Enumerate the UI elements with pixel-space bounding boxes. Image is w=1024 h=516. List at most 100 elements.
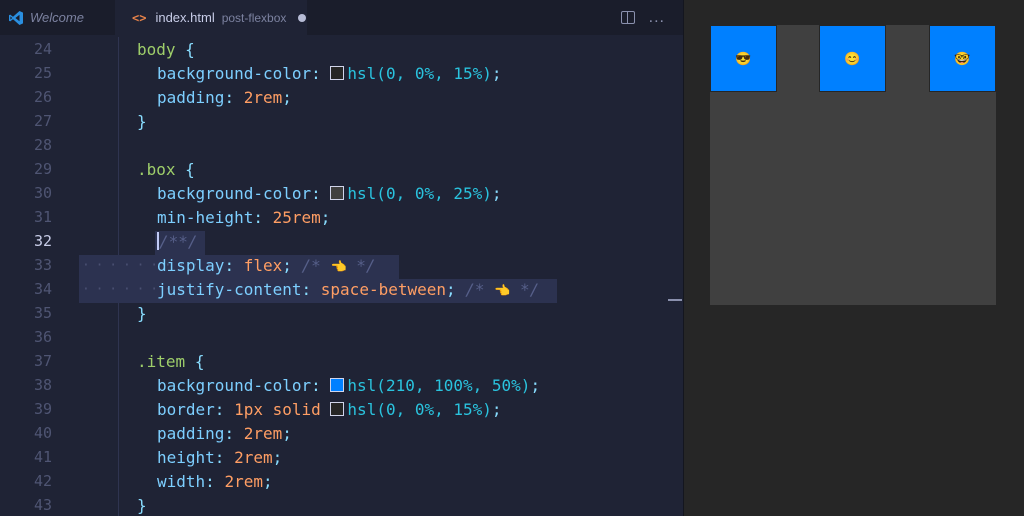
line-number: 27 xyxy=(33,112,52,130)
color-swatch-icon[interactable] xyxy=(330,185,345,200)
tab-file-label: index.html xyxy=(155,10,215,25)
colon: : xyxy=(224,255,235,275)
smile-emoji-icon: 😊 xyxy=(844,50,861,66)
property: min-height xyxy=(157,207,254,227)
line-text: display: flex; /* 👈 */ xyxy=(157,256,376,275)
code-line: 43 } xyxy=(0,493,683,516)
color-swatch-icon[interactable] xyxy=(330,377,345,392)
tab-welcome-label: Welcome xyxy=(30,10,84,25)
selector: .box xyxy=(137,159,176,179)
value: hsl(0, 0%, 15%) xyxy=(347,63,492,83)
value: 2rem xyxy=(243,87,283,107)
line-number: 25 xyxy=(33,64,52,82)
line-number: 39 xyxy=(33,400,52,418)
code-line: 25 background-color: hsl(0, 0%, 15%); xyxy=(0,61,683,85)
more-actions-icon[interactable]: ... xyxy=(649,9,665,27)
line-text: } xyxy=(137,304,147,323)
code-line: 36 xyxy=(0,325,683,349)
tab-welcome[interactable]: Welcome xyxy=(0,0,113,35)
line-number: 41 xyxy=(33,448,52,466)
comment-close: */ xyxy=(520,279,540,299)
semicolon: ; xyxy=(491,183,502,203)
line-number: 38 xyxy=(33,376,52,394)
comment-open: /* xyxy=(301,255,321,275)
code-line: 31 min-height: 25rem; xyxy=(0,205,683,229)
property: width xyxy=(157,471,206,491)
brace: } xyxy=(137,495,147,515)
line-number: 29 xyxy=(33,160,52,178)
line-number: 35 xyxy=(33,304,52,322)
line-text: background-color: hsl(0, 0%, 15%); xyxy=(157,64,502,83)
semicolon: ; xyxy=(262,471,273,491)
code-line: 34 · · · · · · · · · · justify-content: … xyxy=(0,277,683,301)
line-text: } xyxy=(137,112,147,131)
brace: { xyxy=(185,159,195,179)
code-line: 28 xyxy=(0,133,683,157)
code-line: 27 } xyxy=(0,109,683,133)
line-text: min-height: 25rem; xyxy=(157,208,330,227)
line-text: width: 2rem; xyxy=(157,472,273,491)
unsaved-dot-icon[interactable] xyxy=(298,13,307,22)
value: 25rem xyxy=(272,207,321,227)
editor-actions: ... xyxy=(620,0,665,35)
semicolon: ; xyxy=(446,279,456,299)
property: border xyxy=(157,399,215,419)
line-text: padding: 2rem; xyxy=(157,88,292,107)
comment-close: */ xyxy=(356,255,376,275)
property: justify-content xyxy=(157,279,302,299)
flex-item-1: 😎 xyxy=(710,25,777,92)
brace: } xyxy=(137,111,147,131)
property: display xyxy=(157,255,225,275)
nerd-emoji-icon: 🤓 xyxy=(954,50,971,66)
value: space-between xyxy=(320,279,447,299)
code-line-current: 32 /**/ xyxy=(0,229,683,253)
code-area[interactable]: 24 body { 25 background-color: hsl(0, 0%… xyxy=(0,37,683,516)
colon: : xyxy=(214,399,225,419)
vscode-logo-icon xyxy=(9,10,23,25)
colon: : xyxy=(253,207,263,227)
color-swatch-icon[interactable] xyxy=(330,65,345,80)
code-line: 37 .item { xyxy=(0,349,683,373)
pointing-hand-icon: 👈 xyxy=(330,259,347,275)
split-editor-icon[interactable] xyxy=(620,11,635,24)
line-number: 36 xyxy=(33,328,52,346)
value: hsl(0, 0%, 15%) xyxy=(347,399,492,419)
line-number: 24 xyxy=(33,40,52,58)
line-number: 40 xyxy=(33,424,52,442)
flex-item-2: 😊 xyxy=(819,25,886,92)
code-line: 30 background-color: hsl(0, 0%, 25%); xyxy=(0,181,683,205)
line-number: 43 xyxy=(33,496,52,514)
color-swatch-icon[interactable] xyxy=(330,401,345,416)
line-number: 32 xyxy=(33,232,52,250)
colon: : xyxy=(311,183,321,203)
code-line: 38 background-color: hsl(210, 100%, 50%)… xyxy=(0,373,683,397)
property: padding xyxy=(157,423,225,443)
value: flex xyxy=(243,255,283,275)
line-number: 28 xyxy=(33,136,52,154)
line-text: background-color: hsl(210, 100%, 50%); xyxy=(157,376,540,395)
value: 2rem xyxy=(234,447,273,467)
property: height xyxy=(157,447,215,467)
tab-index-html[interactable]: <> index.html post-flexbox xyxy=(115,0,307,35)
property: background-color xyxy=(157,183,312,203)
line-text: } xyxy=(137,496,147,515)
selector: .item xyxy=(137,351,186,371)
flex-item-3: 🤓 xyxy=(929,25,996,92)
line-number: 26 xyxy=(33,88,52,106)
brace: { xyxy=(185,39,195,59)
code-line: 26 padding: 2rem; xyxy=(0,85,683,109)
comment-open: /* xyxy=(465,279,485,299)
line-number: 31 xyxy=(33,208,52,226)
code-line: 29 .box { xyxy=(0,157,683,181)
property: background-color xyxy=(157,63,312,83)
scrollbar-marker[interactable] xyxy=(668,299,682,301)
code-line: 40 padding: 2rem; xyxy=(0,421,683,445)
code-line: 41 height: 2rem; xyxy=(0,445,683,469)
sunglasses-emoji-icon: 😎 xyxy=(735,50,752,66)
code-line: 24 body { xyxy=(0,37,683,61)
semicolon: ; xyxy=(491,399,502,419)
value: hsl(0, 0%, 25%) xyxy=(347,183,492,203)
line-number: 33 xyxy=(33,256,52,274)
line-number: 42 xyxy=(33,472,52,490)
colon: : xyxy=(301,279,312,299)
